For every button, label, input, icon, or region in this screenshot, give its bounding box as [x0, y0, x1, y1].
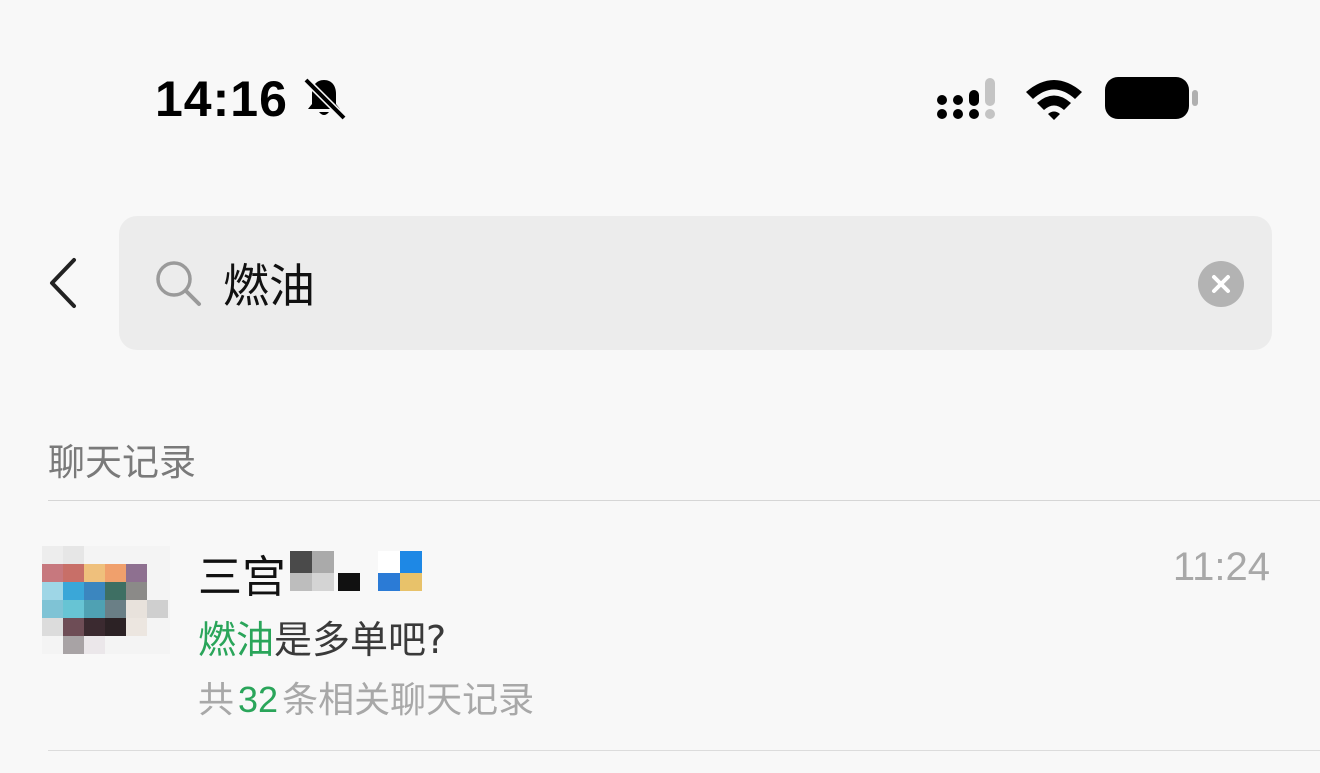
chat-record-result[interactable]: 三宫 11:24 燃油是多单吧? 共 32 条相关聊天记录 — [0, 501, 1320, 750]
divider — [48, 750, 1320, 751]
redacted-name-mosaic — [290, 551, 422, 591]
status-time: 14:16 — [155, 71, 288, 127]
section-title-chat-records: 聊天记录 — [48, 441, 196, 484]
search-page: 14:16 燃油 聊天记录 三宫 11:24 燃油是多单吧? 共 32 条相关聊… — [0, 0, 1320, 773]
message-text: 是多单吧? — [274, 618, 447, 662]
result-contact-name: 三宫 — [198, 552, 286, 603]
cellular-signal-icon — [937, 78, 995, 119]
search-icon — [156, 261, 201, 306]
avatar — [42, 546, 170, 654]
wifi-icon — [1026, 80, 1082, 120]
related-records-count: 共 32 条相关聊天记录 — [198, 671, 534, 723]
count-number: 32 — [238, 679, 279, 720]
back-button[interactable] — [40, 250, 90, 316]
clear-search-button[interactable] — [1198, 261, 1244, 307]
result-message-preview: 燃油是多单吧? — [198, 609, 446, 664]
clear-circle-icon — [1212, 275, 1230, 293]
search-input[interactable] — [223, 248, 1163, 318]
bell-slash-icon — [303, 77, 347, 121]
highlighted-keyword: 燃油 — [198, 618, 275, 662]
search-bar[interactable] — [119, 216, 1272, 350]
count-prefix: 共 — [198, 680, 235, 721]
count-suffix: 条相关聊天记录 — [282, 680, 535, 721]
battery-icon — [1105, 77, 1198, 119]
result-time: 11:24 — [1172, 545, 1270, 589]
